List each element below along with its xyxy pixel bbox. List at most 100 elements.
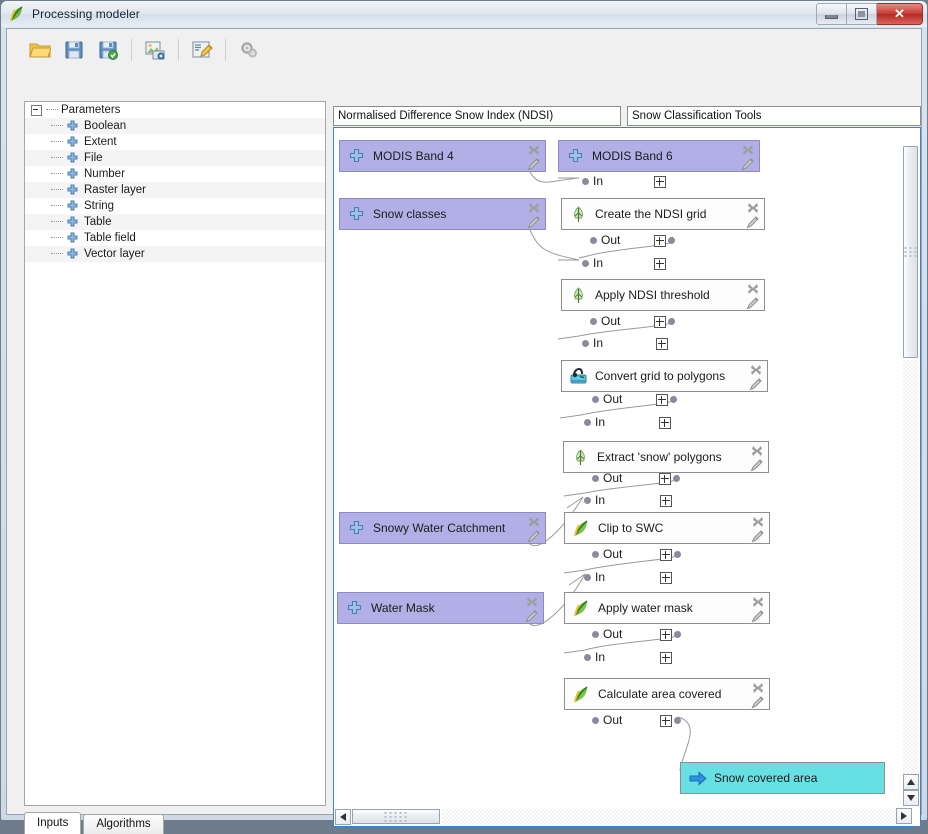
edit-node-button[interactable]: [751, 695, 765, 709]
edit-node-button[interactable]: [741, 157, 755, 171]
port-grid2poly-out[interactable]: Out: [592, 392, 622, 406]
expand-port-applywm-out-button[interactable]: [660, 629, 672, 641]
expand-port-extract-in-button[interactable]: [659, 417, 671, 429]
open-model-button[interactable]: [23, 35, 57, 65]
canvas-node-thresh[interactable]: Apply NDSI threshold: [561, 279, 765, 311]
scroll-down-button[interactable]: [903, 790, 919, 806]
model-group-input[interactable]: [627, 106, 921, 126]
tree-item-table[interactable]: Table: [25, 214, 325, 230]
edit-node-button[interactable]: [751, 609, 765, 623]
edit-node-button[interactable]: [750, 458, 764, 472]
tree-item-boolean[interactable]: Boolean: [25, 118, 325, 134]
output-connector-dot-icon[interactable]: [670, 396, 677, 403]
tree-item-raster-layer[interactable]: Raster layer: [25, 182, 325, 198]
delete-node-button[interactable]: [746, 201, 760, 215]
canvas-node-snowarea[interactable]: Snow covered area: [680, 762, 885, 794]
canvas-node-modis4[interactable]: MODIS Band 4: [339, 140, 546, 172]
delete-node-button[interactable]: [527, 515, 541, 529]
horizontal-scroll-thumb[interactable]: [352, 809, 440, 824]
tree-item-number[interactable]: Number: [25, 166, 325, 182]
save-model-as-button[interactable]: [91, 35, 125, 65]
output-connector-dot-icon[interactable]: [674, 551, 681, 558]
export-image-button[interactable]: [138, 35, 172, 65]
expand-port-extract-out-button[interactable]: [659, 473, 671, 485]
tab-inputs[interactable]: Inputs: [24, 812, 81, 834]
output-connector-dot-icon[interactable]: [674, 717, 681, 724]
port-extract-in[interactable]: In: [584, 415, 605, 429]
expand-port-thresh-out-button[interactable]: [654, 316, 666, 328]
delete-node-button[interactable]: [527, 143, 541, 157]
edit-node-button[interactable]: [751, 529, 765, 543]
close-button[interactable]: ✕: [877, 3, 923, 25]
canvas-node-ndsigrid[interactable]: Create the NDSI grid: [561, 198, 765, 230]
edit-node-button[interactable]: [527, 529, 541, 543]
edit-node-button[interactable]: [527, 157, 541, 171]
tree-root-parameters[interactable]: Parameters: [25, 102, 325, 118]
canvas-node-watermask[interactable]: Water Mask: [337, 592, 544, 624]
port-calcarea-in[interactable]: In: [584, 650, 605, 664]
port-thresh-out[interactable]: Out: [590, 314, 620, 328]
tab-algorithms[interactable]: Algorithms: [83, 814, 163, 834]
delete-node-button[interactable]: [749, 363, 763, 377]
expand-port-ndsigrid-out-button[interactable]: [654, 235, 666, 247]
maximize-button[interactable]: [847, 3, 877, 25]
delete-node-button[interactable]: [527, 201, 541, 215]
port-thresh-in[interactable]: In: [582, 256, 603, 270]
tree-item-table-field[interactable]: Table field: [25, 230, 325, 246]
expand-port-grid2poly-in-button[interactable]: [656, 338, 668, 350]
tree-item-string[interactable]: String: [25, 198, 325, 214]
canvas-node-extract[interactable]: Extract 'snow' polygons: [563, 441, 769, 473]
model-name-input[interactable]: [333, 106, 621, 126]
canvas-vertical-scrollbar[interactable]: [902, 128, 920, 808]
port-ndsigrid-out[interactable]: Out: [590, 233, 620, 247]
port-calcarea-out[interactable]: Out: [592, 713, 622, 727]
vertical-scroll-thumb[interactable]: [903, 146, 918, 358]
edit-node-button[interactable]: [527, 215, 541, 229]
port-applywm-in[interactable]: In: [584, 570, 605, 584]
edit-node-button[interactable]: [749, 377, 763, 391]
expand-port-clipswc-out-button[interactable]: [660, 549, 672, 561]
canvas-node-modis6[interactable]: MODIS Band 6: [558, 140, 760, 172]
port-applywm-out[interactable]: Out: [592, 627, 622, 641]
canvas-node-grid2poly[interactable]: Convert grid to polygons: [561, 360, 768, 392]
expand-port-modis6-in-button[interactable]: [654, 176, 666, 188]
edit-node-button[interactable]: [746, 215, 760, 229]
expand-port-clipswc-in-button[interactable]: [660, 495, 672, 507]
output-connector-dot-icon[interactable]: [668, 237, 675, 244]
tree-item-vector-layer[interactable]: Vector layer: [25, 246, 325, 262]
vertical-scroll-track[interactable]: [903, 360, 918, 774]
port-modis6-in[interactable]: In: [582, 174, 603, 188]
delete-node-button[interactable]: [751, 595, 765, 609]
canvas-node-snowcls[interactable]: Snow classes: [339, 198, 546, 230]
expand-port-thresh-in-button[interactable]: [654, 258, 666, 270]
output-connector-dot-icon[interactable]: [673, 475, 680, 482]
delete-node-button[interactable]: [741, 143, 755, 157]
canvas-node-calcarea[interactable]: Calculate area covered: [564, 678, 770, 710]
canvas-node-applywm[interactable]: Apply water mask: [564, 592, 770, 624]
minimize-button[interactable]: [816, 3, 847, 25]
port-clipswc-in[interactable]: In: [584, 493, 605, 507]
port-grid2poly-in[interactable]: In: [582, 336, 603, 350]
scroll-left-button[interactable]: [335, 809, 351, 825]
tree-item-file[interactable]: File: [25, 150, 325, 166]
scroll-up-button[interactable]: [903, 774, 919, 790]
delete-node-button[interactable]: [525, 595, 539, 609]
inputs-tree[interactable]: Parameters BooleanExtentFileNumberRaster…: [24, 101, 326, 806]
expand-port-calcarea-out-button[interactable]: [660, 715, 672, 727]
canvas-node-swc[interactable]: Snowy Water Catchment: [339, 512, 546, 544]
delete-node-button[interactable]: [750, 444, 764, 458]
run-model-button[interactable]: [232, 35, 266, 65]
expand-port-applywm-in-button[interactable]: [660, 572, 672, 584]
delete-node-button[interactable]: [746, 282, 760, 296]
edit-node-button[interactable]: [525, 609, 539, 623]
save-model-button[interactable]: [57, 35, 91, 65]
expand-port-grid2poly-out-button[interactable]: [656, 394, 668, 406]
delete-node-button[interactable]: [751, 681, 765, 695]
collapse-icon[interactable]: [31, 105, 42, 116]
output-connector-dot-icon[interactable]: [674, 631, 681, 638]
edit-node-button[interactable]: [746, 296, 760, 310]
port-clipswc-out[interactable]: Out: [592, 547, 622, 561]
output-connector-dot-icon[interactable]: [668, 318, 675, 325]
horizontal-scroll-track[interactable]: [442, 809, 902, 824]
tree-item-extent[interactable]: Extent: [25, 134, 325, 150]
